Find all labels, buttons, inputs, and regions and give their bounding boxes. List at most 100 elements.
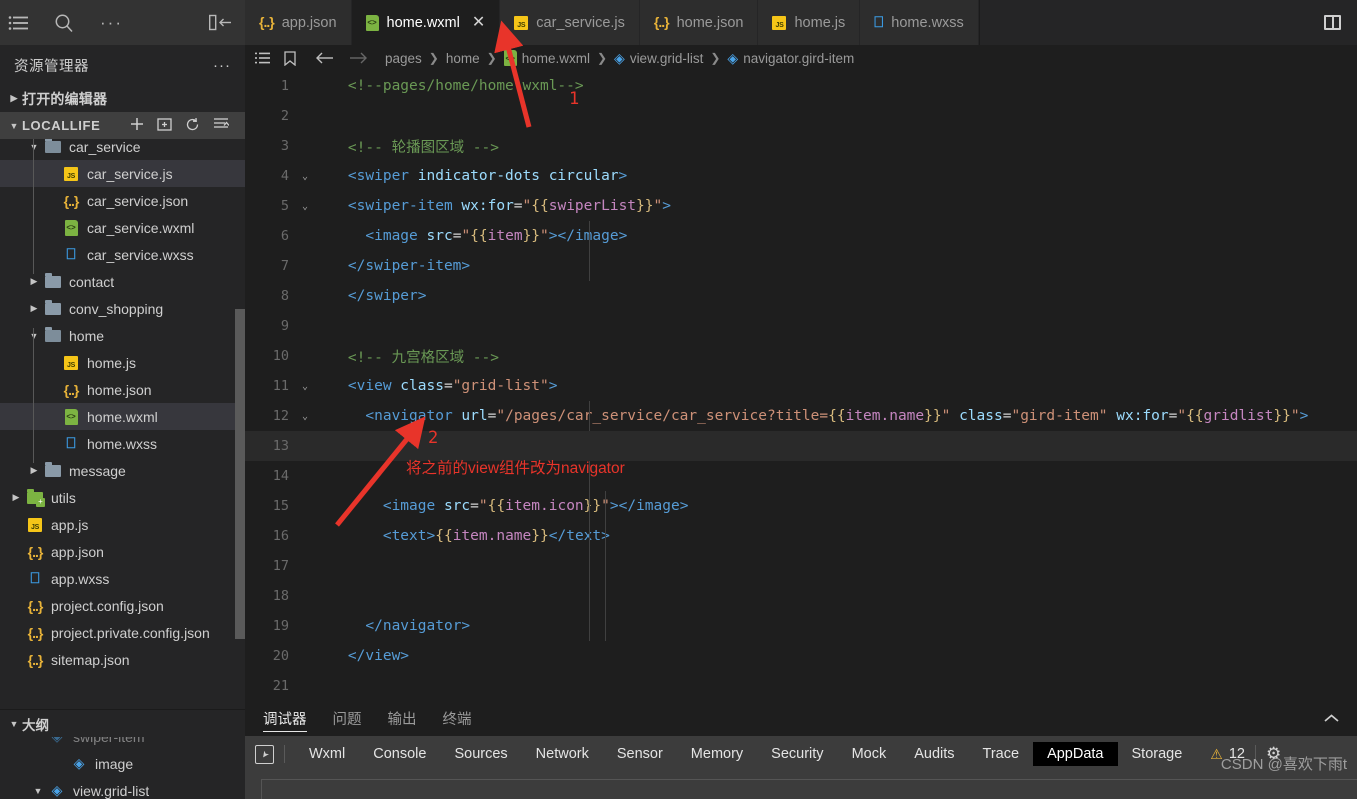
new-file-icon[interactable]	[130, 117, 144, 135]
sidebar-section-project[interactable]: ▼ LOCALLIFE	[0, 112, 245, 139]
breadcrumb-item-navigatorgirditem[interactable]: ◈ navigator.gird-item	[727, 50, 854, 67]
code-line[interactable]: 6 <image src="{{item}}"></image>	[245, 221, 1357, 251]
chevron-right-icon[interactable]: ▶	[26, 276, 42, 287]
editor-tab-car-service-js[interactable]: JS car_service.js	[500, 0, 640, 45]
panel-tab-终端[interactable]: 终端	[443, 700, 472, 736]
devtools-tab-sources[interactable]: Sources	[440, 742, 521, 766]
code-line[interactable]: 17	[245, 551, 1357, 581]
tree-item-app-json[interactable]: {..} app.json	[0, 538, 245, 565]
breadcrumb-item-homewxml[interactable]: <> home.wxml	[503, 50, 590, 66]
collapse-all-icon[interactable]	[213, 117, 230, 135]
outline-item-image[interactable]: ◈ image	[0, 750, 245, 777]
devtools-tab-security[interactable]: Security	[757, 742, 837, 766]
devtools-tab-console[interactable]: Console	[359, 742, 440, 766]
back-arrow-icon[interactable]	[315, 51, 334, 65]
panel-tab-输出[interactable]: 输出	[388, 700, 417, 736]
panel-tab-问题[interactable]: 问题	[333, 700, 362, 736]
outline-list-icon[interactable]	[255, 52, 271, 65]
search-icon[interactable]	[54, 13, 74, 33]
editor-tab-app-json[interactable]: {..} app.json	[245, 0, 352, 45]
code-line[interactable]: 16 <text>{{item.name}}</text>	[245, 521, 1357, 551]
close-tab-icon[interactable]: ✕	[472, 14, 485, 31]
tree-item-home-json[interactable]: {..} home.json	[0, 376, 245, 403]
breadcrumb-item-pages[interactable]: pages	[385, 51, 422, 66]
code-line[interactable]: 1 <!--pages/home/home.wxml-->	[245, 71, 1357, 101]
tree-item-sitemap-json[interactable]: {..} sitemap.json	[0, 646, 245, 673]
code-line[interactable]: 7 </swiper-item>	[245, 251, 1357, 281]
code-line[interactable]: 8 </swiper>	[245, 281, 1357, 311]
tree-item-utils[interactable]: ▶ utils	[0, 484, 245, 511]
outline-item-swiperitem[interactable]: ◈ swiper-item	[0, 737, 245, 750]
tree-item-home[interactable]: ▼ home	[0, 322, 245, 349]
breadcrumb-items[interactable]: pages ❯ home ❯ <> home.wxml ❯ ◈ view.grid-list ❯ ◈…	[385, 50, 854, 67]
panel-tab-row[interactable]: 调试器 问题 输出 终端	[245, 700, 1357, 736]
menu-icon[interactable]	[8, 15, 30, 31]
editor-tab-home-wxml[interactable]: <> home.wxml ✕	[351, 0, 501, 45]
tree-item-conv-shopping[interactable]: ▶ conv_shopping	[0, 295, 245, 322]
tree-item-home-wxml[interactable]: <> home.wxml	[0, 403, 245, 430]
code-line[interactable]: 14	[245, 461, 1357, 491]
editor-tab-home-js[interactable]: JS home.js	[758, 0, 861, 45]
code-line[interactable]: 9	[245, 311, 1357, 341]
explorer-more-icon[interactable]: ···	[213, 57, 231, 74]
code-line[interactable]: 2	[245, 101, 1357, 131]
refresh-icon[interactable]	[185, 117, 200, 135]
code-line[interactable]: 12 ⌄ <navigator url="/pages/car_service/c…	[245, 401, 1357, 431]
bookmark-icon[interactable]	[284, 50, 296, 66]
file-tree[interactable]: ▼ car_service JS car_service.js {..} car_serv…	[0, 139, 245, 709]
chevron-up-icon[interactable]	[1324, 711, 1339, 726]
code-line[interactable]: 11 ⌄ <view class="grid-list">	[245, 371, 1357, 401]
code-line[interactable]: 21	[245, 671, 1357, 700]
inspect-element-icon[interactable]	[255, 744, 274, 764]
tree-item-car-service[interactable]: ▼ car_service	[0, 139, 245, 160]
devtools-tab-row[interactable]: WxmlConsoleSourcesNetworkSensorMemorySec…	[245, 736, 1357, 772]
fold-chevron-down-icon[interactable]: ⌄	[297, 201, 313, 212]
devtools-tab-wxml[interactable]: Wxml	[295, 742, 359, 766]
code-line[interactable]: 5 ⌄ <swiper-item wx:for="{{swiperList}}">	[245, 191, 1357, 221]
devtools-tab-storage[interactable]: Storage	[1118, 742, 1197, 766]
code-line[interactable]: 19 </navigator>	[245, 611, 1357, 641]
editor-tab-home-json[interactable]: {..} home.json	[639, 0, 759, 45]
warning-indicator[interactable]: ⚠ 12	[1210, 746, 1245, 763]
outline-header[interactable]: ▼ 大纲	[0, 710, 245, 737]
fold-chevron-down-icon[interactable]: ⌄	[297, 411, 313, 422]
tree-item-project-private-config-json[interactable]: {..} project.private.config.json	[0, 619, 245, 646]
tree-item-home-js[interactable]: JS home.js	[0, 349, 245, 376]
code-line[interactable]: 20 </view>	[245, 641, 1357, 671]
code-line[interactable]: 3 <!-- 轮播图区域 -->	[245, 131, 1357, 161]
devtools-tab-appdata[interactable]: AppData	[1033, 742, 1118, 766]
editor-tab-home-wxss[interactable]: ⎕ home.wxss	[860, 0, 979, 45]
outline-item-viewgridlist[interactable]: ▼ ◈ view.grid-list	[0, 777, 245, 799]
tree-item-app-wxss[interactable]: ⎕ app.wxss	[0, 565, 245, 592]
breadcrumb-item-viewgridlist[interactable]: ◈ view.grid-list	[614, 50, 703, 67]
tree-item-home-wxss[interactable]: ⎕ home.wxss	[0, 430, 245, 457]
outline-tree[interactable]: ◈ swiper-item ◈ image ▼ ◈ view.grid-list	[0, 737, 245, 799]
chevron-down-icon[interactable]: ▼	[26, 142, 42, 152]
tree-item-car-service-js[interactable]: JS car_service.js	[0, 160, 245, 187]
chevron-right-icon[interactable]: ▶	[26, 303, 42, 314]
tree-item-contact[interactable]: ▶ contact	[0, 268, 245, 295]
code-line[interactable]: 13	[245, 431, 1357, 461]
devtools-tab-mock[interactable]: Mock	[838, 742, 901, 766]
chevron-right-icon[interactable]: ▶	[8, 492, 24, 503]
code-line[interactable]: 4 ⌄ <swiper indicator-dots circular>	[245, 161, 1357, 191]
fold-chevron-down-icon[interactable]: ⌄	[297, 381, 313, 392]
split-editor-icon[interactable]	[1324, 15, 1341, 30]
code-line[interactable]: 15 <image src="{{item.icon}}"></image>	[245, 491, 1357, 521]
fold-chevron-down-icon[interactable]: ⌄	[297, 171, 313, 182]
sidebar-section-open-editors[interactable]: ▶ 打开的编辑器	[0, 85, 245, 112]
chevron-down-icon[interactable]: ▼	[30, 786, 46, 796]
sidebar-scrollbar[interactable]	[235, 309, 245, 639]
devtools-tab-sensor[interactable]: Sensor	[603, 742, 677, 766]
tree-item-car-service-wxss[interactable]: ⎕ car_service.wxss	[0, 241, 245, 268]
collapse-sidebar-icon[interactable]	[209, 14, 233, 31]
code-line[interactable]: 18	[245, 581, 1357, 611]
chevron-right-icon[interactable]: ▶	[26, 465, 42, 476]
more-icon[interactable]: ···	[100, 13, 123, 33]
devtools-tab-network[interactable]: Network	[522, 742, 603, 766]
editor-tab-bar[interactable]: {..} app.json <> home.wxml ✕ JS car_service.js…	[245, 0, 1357, 45]
tree-item-car-service-json[interactable]: {..} car_service.json	[0, 187, 245, 214]
code-line[interactable]: 10 <!-- 九宫格区域 -->	[245, 341, 1357, 371]
chevron-down-icon[interactable]: ▼	[26, 331, 42, 341]
devtools-tab-memory[interactable]: Memory	[677, 742, 757, 766]
